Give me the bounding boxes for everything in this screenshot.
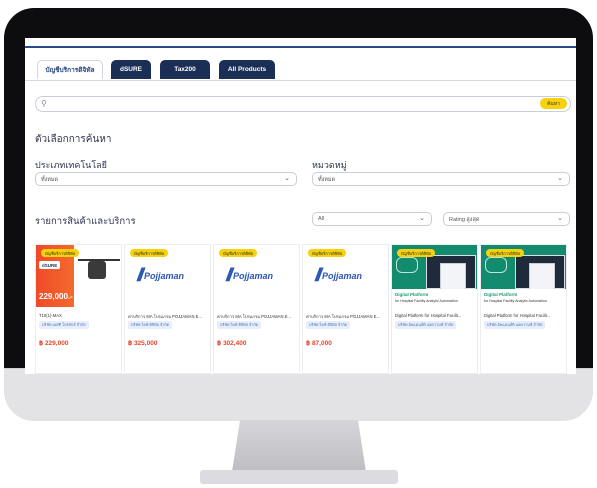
- vendor-name: บริษัท อัพแมนส์ดิ แอดวานซ์ จำกัด: [484, 321, 546, 329]
- category-select[interactable]: ทั้งหมด ⌄: [312, 172, 570, 186]
- chevron-down-icon: ⌄: [557, 175, 563, 182]
- tab-tax200[interactable]: Tax200: [160, 60, 210, 79]
- pojjaman-logo: //Pojjaman: [315, 265, 363, 285]
- product-title[interactable]: Digital Platform for Hospital Facilit...: [484, 313, 564, 318]
- product-card[interactable]: //Pojjaman บัญชีบริการดิจิทัล ค่าบริการ …: [213, 244, 300, 374]
- product-card[interactable]: Digital Platform for Hospital Facility A…: [480, 244, 567, 374]
- pojjaman-logo: //Pojjaman: [137, 265, 185, 285]
- tech-type-select[interactable]: ทั้งหมด ⌄: [35, 172, 297, 186]
- search-button[interactable]: ค้นหา: [540, 98, 567, 109]
- search-input[interactable]: [50, 98, 534, 111]
- category-label: หมวดหมู่: [312, 160, 347, 170]
- product-card[interactable]: Digital Platform for Hospital Facility A…: [391, 244, 478, 374]
- product-title[interactable]: Digital Platform for Hospital Facilit...: [395, 313, 475, 318]
- pojjaman-logo: //Pojjaman: [226, 265, 274, 285]
- sort-value: Rating สูงสุด: [449, 217, 480, 223]
- sort-select[interactable]: Rating สูงสุด ⌄: [443, 212, 570, 226]
- tab-all-products[interactable]: All Products: [219, 60, 275, 79]
- product-title[interactable]: ค่าบริการ MA โปรแกรม POJJAMAN E...: [128, 313, 208, 320]
- vendor-name: บริษัท อัพแมนส์ดิ แอดวานซ์ จำกัด: [395, 321, 457, 329]
- catalog-badge: บัญชีบริการดิจิทัล: [41, 249, 80, 257]
- chevron-down-icon: ⌄: [557, 215, 563, 222]
- listing-heading: รายการสินค้าและบริการ: [35, 216, 136, 227]
- search-bar: ⚲ ค้นหา: [35, 96, 571, 112]
- top-bar: [25, 38, 576, 48]
- chevron-down-icon: ⌄: [419, 215, 425, 222]
- vendor-name: บริษัท เอสที โปรดักส์ จำกัด: [39, 321, 89, 329]
- product-price: ฿ 229,000: [39, 340, 69, 347]
- product-title[interactable]: T10(1)-MAX: [39, 313, 119, 318]
- product-card[interactable]: //Pojjaman บัญชีบริการดิจิทัล ค่าบริการ …: [124, 244, 211, 374]
- banner-subtitle: for Hospital Facility Analytic Automatio…: [395, 299, 458, 303]
- tab-bar: บัญชีบริการดิจิทัล dSURE Tax200 All Prod…: [25, 56, 576, 81]
- chevron-down-icon: ⌄: [284, 175, 290, 182]
- phone-mockup-icon: [440, 263, 466, 291]
- product-price: ฿ 302,400: [217, 340, 247, 347]
- banner-brand: dSURE: [39, 261, 61, 269]
- vendor-name: บริษัท ไดท์ ดิจิทัล จำกัด: [217, 321, 262, 329]
- oa-logo-icon: [396, 257, 418, 273]
- drone-icon: [88, 261, 106, 279]
- product-card[interactable]: dSURE 229,000.- บัญชีบริการดิจิทัล T10(1…: [35, 244, 122, 374]
- category-value: ทั้งหมด: [318, 177, 336, 183]
- catalog-badge: บัญชีบริการดิจิทัล: [130, 249, 169, 257]
- banner-price: 229,000.-: [39, 292, 73, 301]
- vendor-name: บริษัท ไดท์ ดิจิทัล จำกัด: [128, 321, 173, 329]
- product-price: ฿ 87,000: [306, 340, 332, 347]
- filter-heading: ตัวเลือกการค้นหา: [35, 134, 112, 145]
- search-icon: ⚲: [41, 99, 47, 108]
- tech-type-label: ประเภทเทคโนโลยี: [35, 160, 107, 170]
- banner-title: Digital Platform: [484, 292, 518, 297]
- catalog-badge: บัญชีบริการดิจิทัล: [308, 249, 347, 257]
- product-price: ฿ 325,000: [128, 340, 158, 347]
- product-title[interactable]: ค่าบริการ MA โปรแกรม POJJAMAN E...: [217, 313, 297, 320]
- listing-filter-value: All: [318, 216, 325, 222]
- catalog-badge: บัญชีบริการดิจิทัล: [219, 249, 258, 257]
- screen-wrapper: บัญชีบริการดิจิทัล dSURE Tax200 All Prod…: [4, 8, 593, 419]
- tab-digital-services[interactable]: บัญชีบริการดิจิทัล: [37, 60, 103, 79]
- catalog-badge: บัญชีบริการดิจิทัล: [397, 249, 436, 257]
- screen: บัญชีบริการดิจิทัล dSURE Tax200 All Prod…: [25, 38, 576, 374]
- oa-logo-icon: [485, 257, 507, 273]
- monitor-stand: [232, 420, 366, 472]
- catalog-badge: บัญชีบริการดิจิทัล: [486, 249, 525, 257]
- tab-dsure[interactable]: dSURE: [111, 60, 151, 79]
- listing-filter-select[interactable]: All ⌄: [312, 212, 432, 226]
- vendor-name: บริษัท ไดท์ ดิจิทัล จำกัด: [306, 321, 351, 329]
- banner-subtitle: for Hospital Facility Analytic Automatio…: [484, 299, 547, 303]
- product-title[interactable]: ค่าบริการ MA โปรแกรม POJJAMAN E...: [306, 313, 386, 320]
- phone-mockup-icon: [529, 263, 555, 291]
- product-card[interactable]: //Pojjaman บัญชีบริการดิจิทัล ค่าบริการ …: [302, 244, 389, 374]
- tech-type-value: ทั้งหมด: [41, 177, 59, 183]
- monitor-base: [200, 470, 398, 484]
- banner-title: Digital Platform: [395, 292, 429, 297]
